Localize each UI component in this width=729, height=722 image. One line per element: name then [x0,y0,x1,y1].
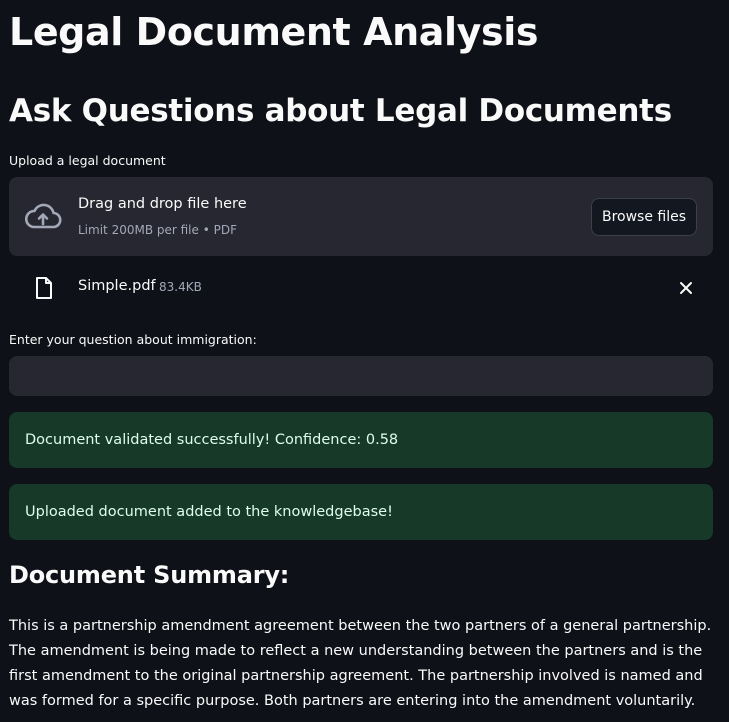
question-input[interactable] [9,356,713,396]
dropzone-limit: Limit 200MB per file • PDF [78,223,237,237]
question-label: Enter your question about immigration: [9,332,257,347]
knowledgebase-success-alert: Uploaded document added to the knowledge… [9,484,713,540]
page-title: Legal Document Analysis [9,10,539,54]
uploaded-file-size: 83.4KB [159,280,202,294]
dropzone-instructions: Drag and drop file here [78,196,247,212]
close-icon[interactable] [677,279,695,297]
validation-success-alert: Document validated successfully! Confide… [9,412,713,468]
cloud-upload-icon [24,203,62,229]
app-page: Legal Document Analysis Ask Questions ab… [0,0,729,722]
uploaded-file-name: Simple.pdf [78,278,156,294]
upload-label: Upload a legal document [9,153,166,168]
summary-text: This is a partnership amendment agreemen… [9,618,712,709]
page-subtitle: Ask Questions about Legal Documents [9,93,672,129]
summary-heading: Document Summary: [9,561,290,589]
file-icon [36,277,52,299]
file-dropzone[interactable]: Drag and drop file here Limit 200MB per … [9,177,713,256]
browse-files-button[interactable]: Browse files [591,198,697,236]
uploaded-file-row: Simple.pdf 83.4KB [9,270,713,306]
